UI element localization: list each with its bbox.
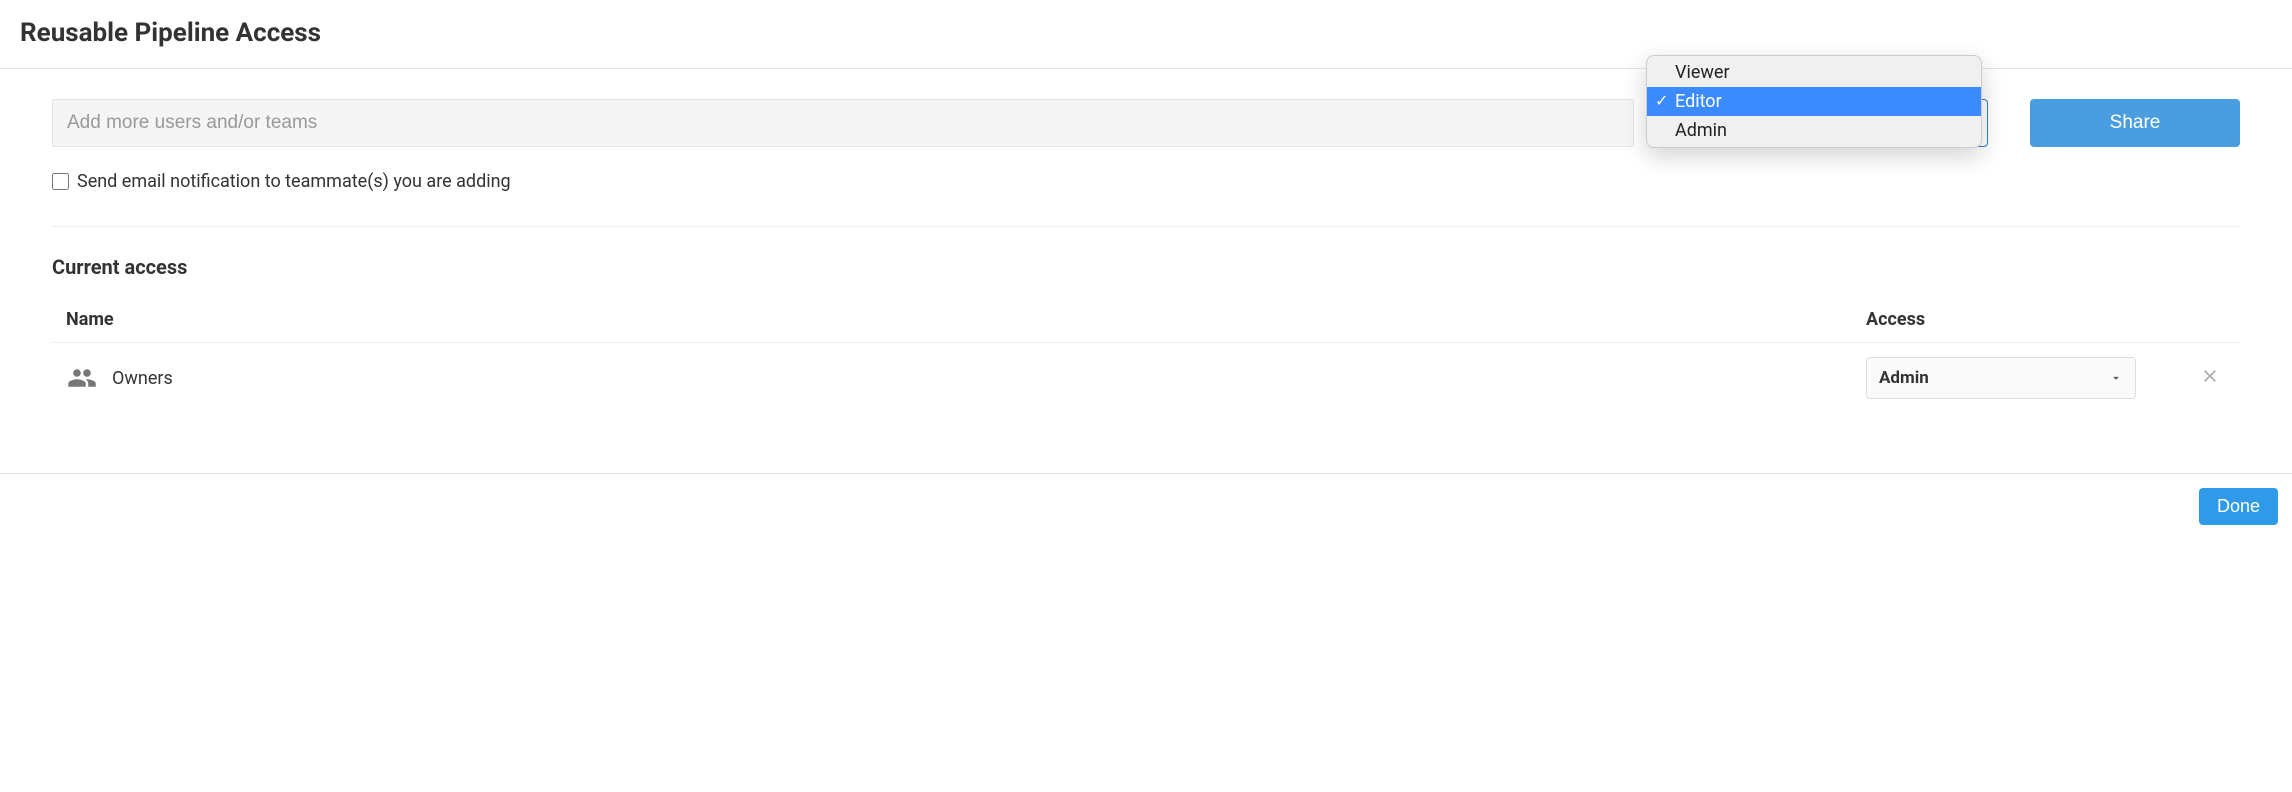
column-name: Name [66,309,1866,330]
role-option-admin[interactable]: Admin [1647,116,1981,145]
notify-row: Send email notification to teammate(s) y… [52,171,2240,227]
add-users-input[interactable] [52,99,1634,147]
dialog-content: Viewer Editor Admin Share Send email not… [0,69,2292,413]
access-table-header: Name Access [52,297,2240,343]
table-row: Owners Admin [52,343,2240,413]
dialog-footer: Done [0,473,2292,539]
row-name-cell: Owners [66,363,1866,393]
row-access-cell: Admin [1866,357,2166,399]
row-access-select[interactable]: Admin [1866,357,2136,399]
page-title: Reusable Pipeline Access [20,18,2272,48]
row-access-value: Admin [1879,368,1929,388]
current-access-heading: Current access [52,255,2240,279]
column-access: Access [1866,309,2166,330]
role-select-wrap: Viewer Editor Admin [1648,99,1988,147]
remove-access-button[interactable] [2166,364,2226,392]
notify-checkbox[interactable] [52,173,69,190]
column-remove [2166,309,2226,330]
chevron-down-icon [2109,371,2123,385]
role-option-viewer[interactable]: Viewer [1647,58,1981,87]
group-icon [66,363,98,393]
row-name-label: Owners [112,368,173,389]
role-dropdown: Viewer Editor Admin [1646,55,1982,148]
add-users-row: Viewer Editor Admin Share [52,99,2240,147]
role-option-editor[interactable]: Editor [1647,87,1981,116]
close-icon [2200,366,2220,386]
done-button[interactable]: Done [2199,488,2278,525]
access-table: Name Access Owners Admin [52,297,2240,413]
notify-label: Send email notification to teammate(s) y… [77,171,511,192]
share-button[interactable]: Share [2030,99,2240,147]
